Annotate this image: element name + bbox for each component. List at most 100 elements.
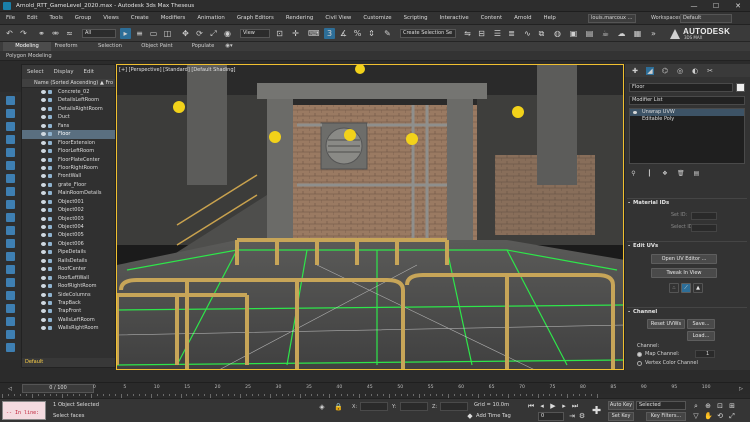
- visibility-eye-icon[interactable]: [41, 258, 46, 263]
- explorer-item[interactable]: Floor: [22, 130, 115, 139]
- unlink-icon[interactable]: ⚮: [50, 28, 61, 39]
- load-uvs-button[interactable]: Load...: [687, 331, 715, 341]
- explorer-item[interactable]: Fans: [22, 122, 115, 130]
- next-frame-icon[interactable]: ▷: [734, 383, 748, 395]
- display-children-icon[interactable]: [6, 265, 15, 274]
- display-lights-icon[interactable]: [6, 135, 15, 144]
- explorer-item[interactable]: Object002: [22, 206, 115, 214]
- column-header-frozen[interactable]: ▲ Fro: [100, 79, 113, 88]
- render-setup-icon[interactable]: ▣: [568, 28, 579, 39]
- visibility-eye-icon[interactable]: [41, 309, 46, 314]
- stack-item-editable-poly[interactable]: Editable Poly: [630, 116, 744, 123]
- explorer-column-header[interactable]: Name (Sorted Ascending) ▲ Fro: [22, 79, 115, 88]
- display-none-icon[interactable]: [6, 304, 15, 313]
- display-containers-icon[interactable]: [6, 226, 15, 235]
- isolate-selection-icon[interactable]: ◈: [318, 403, 326, 411]
- modifier-on-icon[interactable]: [633, 111, 637, 114]
- visibility-eye-icon[interactable]: [41, 208, 46, 213]
- angle-snap-icon[interactable]: ∡: [338, 28, 349, 39]
- set-id-spinner[interactable]: [691, 212, 717, 220]
- key-mode-icon[interactable]: ⇥: [568, 412, 576, 420]
- visibility-eye-icon[interactable]: [41, 157, 46, 162]
- maxscript-listener[interactable]: -- In line:: [2, 401, 46, 420]
- display-cameras-icon[interactable]: [6, 148, 15, 157]
- explorer-item[interactable]: WallsRightRoom: [22, 324, 115, 332]
- explorer-item[interactable]: grate_Floor: [22, 181, 115, 189]
- tab-modeling[interactable]: Modeling: [3, 42, 51, 51]
- remove-modifier-icon[interactable]: 🗑: [676, 170, 685, 178]
- display-xrefs-icon[interactable]: [6, 200, 15, 209]
- perspective-viewport[interactable]: [+] [Perspective] [Standard] [Default Sh…: [116, 64, 624, 370]
- zoom-icon[interactable]: ⌕: [692, 402, 700, 410]
- object-name-field[interactable]: Floor: [629, 83, 733, 92]
- reference-coordinate-dropdown[interactable]: View: [240, 29, 270, 38]
- visibility-eye-icon[interactable]: [41, 300, 46, 305]
- select-id-spinner[interactable]: [691, 224, 717, 232]
- select-rotate-icon[interactable]: ⟳: [194, 28, 205, 39]
- named-selection-dropdown[interactable]: Create Selection Se: [400, 29, 456, 38]
- tab-freeform[interactable]: Freeform: [51, 42, 81, 51]
- display-dependents-icon[interactable]: [6, 291, 15, 300]
- key-filters-button[interactable]: Key Filters...: [646, 412, 686, 421]
- explorer-item[interactable]: FloorPlateCenter: [22, 156, 115, 164]
- face-mode-icon[interactable]: ▲: [693, 283, 703, 293]
- menu-graph-editors[interactable]: Graph Editors: [231, 12, 280, 25]
- vertex-color-channel-radio[interactable]: [637, 361, 642, 366]
- visibility-eye-icon[interactable]: [41, 123, 46, 128]
- visibility-eye-icon[interactable]: [41, 106, 46, 111]
- map-channel-radio[interactable]: [637, 352, 642, 357]
- explorer-item[interactable]: FloorRightRoom: [22, 164, 115, 172]
- explorer-item[interactable]: SideColumns: [22, 291, 115, 299]
- hierarchy-tab-icon[interactable]: ⌬: [661, 67, 669, 75]
- menu-arnold[interactable]: Arnold: [508, 12, 537, 25]
- display-all-icon[interactable]: [6, 96, 15, 105]
- reset-uvws-button[interactable]: Reset UVWs: [647, 319, 685, 329]
- rollout-edit-uvs[interactable]: Edit UVs: [627, 241, 747, 251]
- key-set-dropdown[interactable]: Selected: [636, 401, 686, 410]
- menu-help[interactable]: Help: [538, 12, 562, 25]
- explorer-item[interactable]: FloorLeftRoom: [22, 147, 115, 155]
- display-groups-icon[interactable]: [6, 187, 15, 196]
- open-uv-editor-button[interactable]: Open UV Editor ...: [651, 254, 717, 264]
- toolbar-overflow-icon[interactable]: »: [648, 28, 659, 39]
- render-production-icon[interactable]: ☕: [600, 28, 611, 39]
- ribbon-options-icon[interactable]: ◉▾: [224, 42, 234, 51]
- field-of-view-icon[interactable]: ▽: [692, 412, 700, 420]
- ribbon-panel-label[interactable]: Polygon Modeling: [6, 51, 52, 61]
- save-uvs-button[interactable]: Save...: [687, 319, 715, 329]
- menu-file[interactable]: File: [0, 12, 21, 25]
- modifier-list-dropdown[interactable]: Modifier List: [629, 96, 745, 105]
- menu-civil-view[interactable]: Civil View: [319, 12, 357, 25]
- visibility-eye-icon[interactable]: [41, 115, 46, 120]
- toggle-layer-explorer-icon[interactable]: ≣: [506, 28, 517, 39]
- stack-item-unwrap-uvw[interactable]: Unwrap UVW: [630, 109, 744, 116]
- workspace-dropdown[interactable]: Default: [680, 14, 732, 23]
- explorer-item[interactable]: Object001: [22, 198, 115, 206]
- maximize-viewport-icon[interactable]: ⤢: [728, 412, 736, 420]
- orbit-icon[interactable]: ⟲: [716, 412, 724, 420]
- go-to-start-icon[interactable]: ⏮: [527, 402, 535, 410]
- menu-customize[interactable]: Customize: [357, 12, 397, 25]
- go-to-end-icon[interactable]: ⏭: [571, 402, 579, 410]
- x-coordinate-field[interactable]: [360, 402, 388, 411]
- explorer-item[interactable]: DetailsRightRoom: [22, 105, 115, 113]
- select-id-label[interactable]: Select ID: [671, 225, 692, 230]
- menu-edit[interactable]: Edit: [21, 12, 43, 25]
- modify-tab-icon[interactable]: ◢: [646, 67, 654, 75]
- play-icon[interactable]: ▶: [549, 402, 557, 410]
- display-hidden-icon[interactable]: [6, 252, 15, 261]
- visibility-eye-icon[interactable]: [41, 140, 46, 145]
- select-scale-icon[interactable]: ⤢: [208, 28, 219, 39]
- make-unique-icon[interactable]: ❖: [661, 170, 670, 178]
- explorer-menu-display[interactable]: Display: [49, 65, 79, 79]
- tab-populate[interactable]: Populate: [187, 42, 219, 51]
- explorer-menu-edit[interactable]: Edit: [79, 65, 99, 79]
- explorer-item[interactable]: FloorExtension: [22, 139, 115, 147]
- menu-animation[interactable]: Animation: [191, 12, 230, 25]
- set-key-big-icon[interactable]: ✚: [592, 405, 601, 416]
- pivot-point-icon[interactable]: ⊡: [274, 28, 285, 39]
- display-bones-icon[interactable]: [6, 213, 15, 222]
- visibility-eye-icon[interactable]: [41, 275, 46, 280]
- select-object-icon[interactable]: ▸: [120, 28, 131, 39]
- explorer-item[interactable]: FrontWall: [22, 172, 115, 180]
